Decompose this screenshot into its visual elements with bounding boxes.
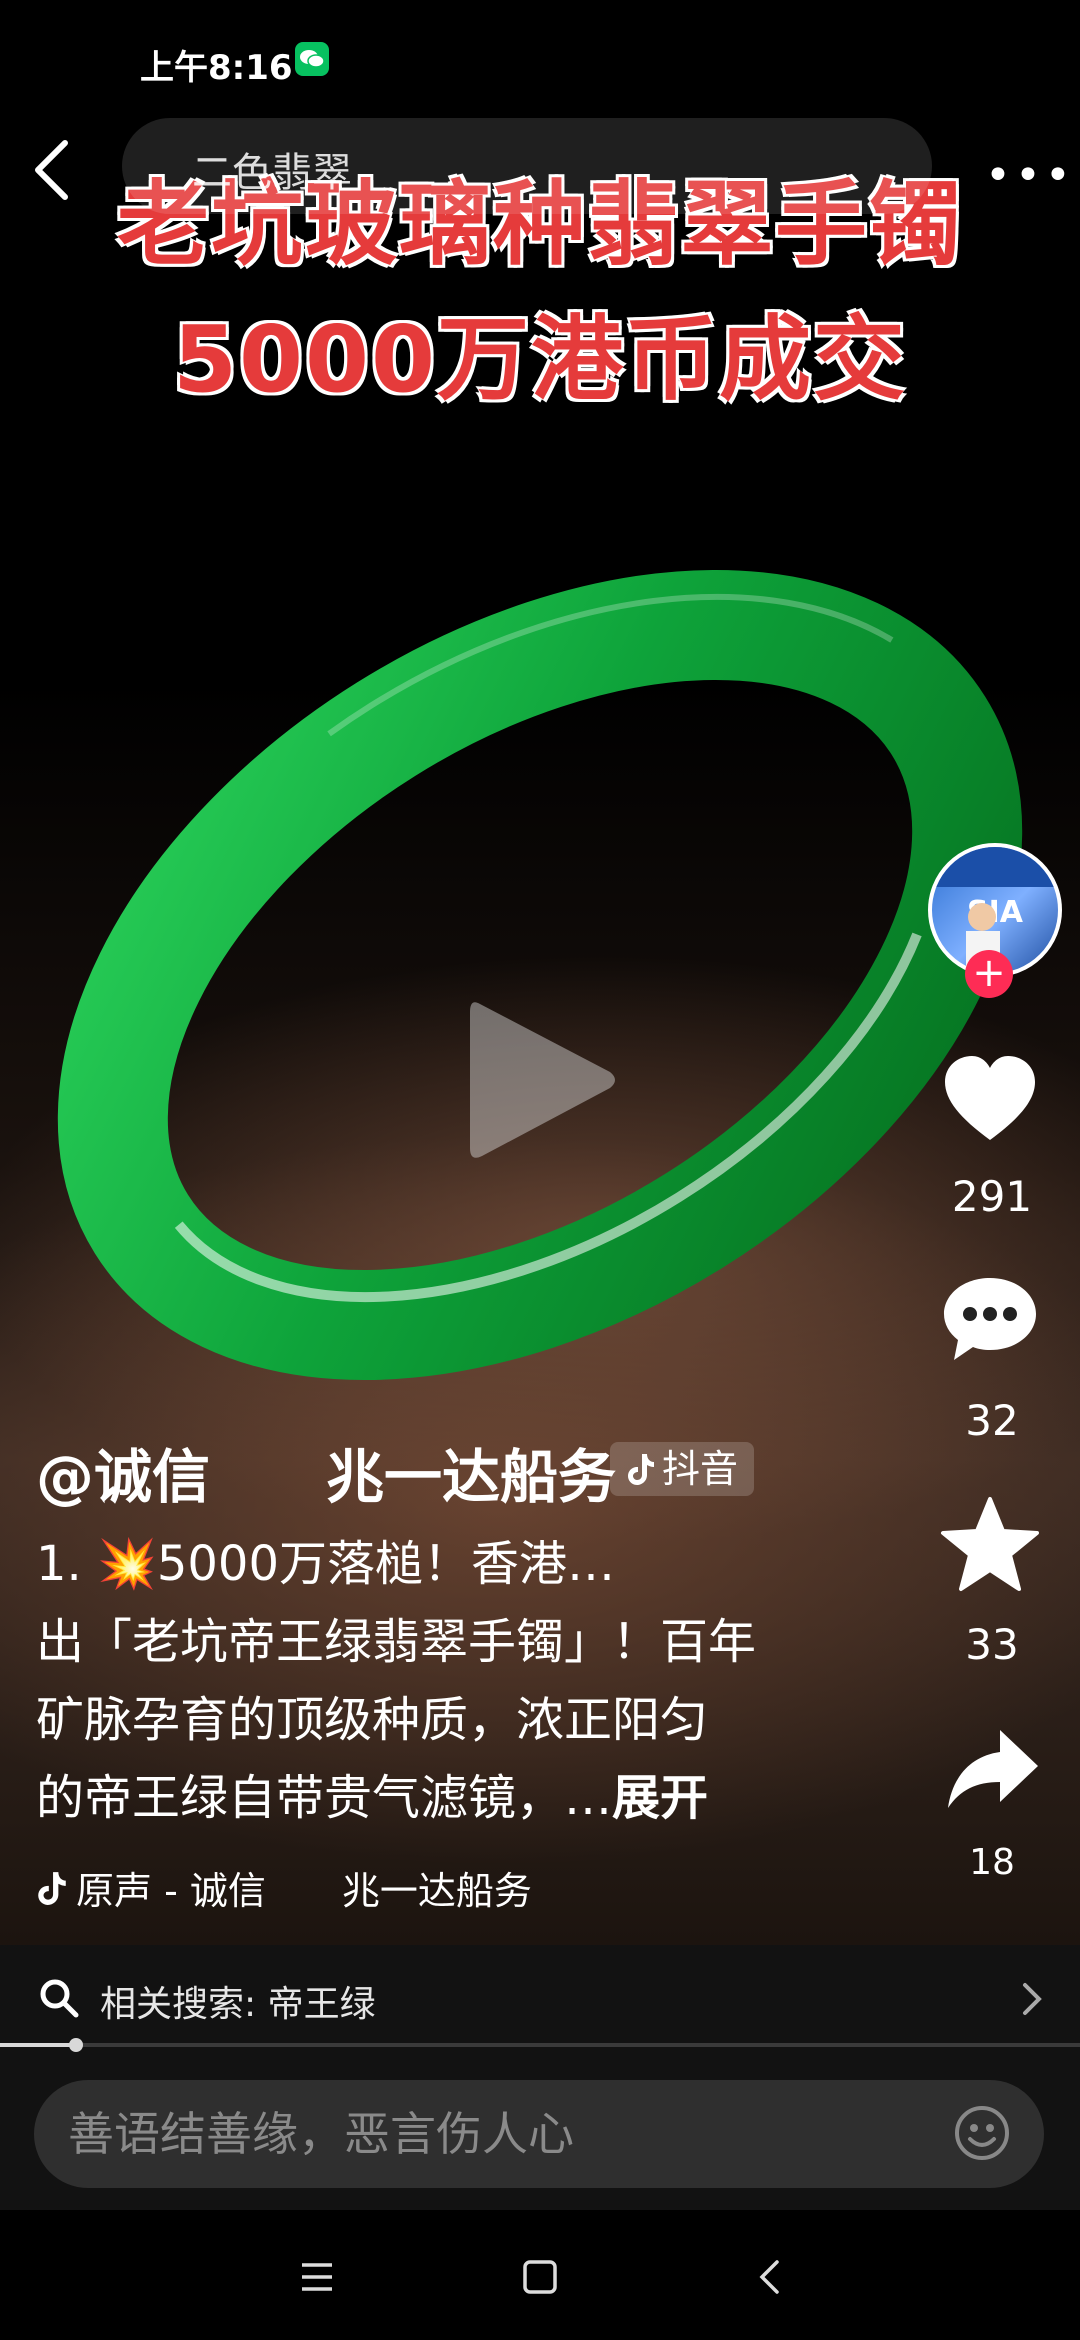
expand-link[interactable]: 展开	[612, 1770, 708, 1826]
share-arrow-icon[interactable]	[942, 1720, 1042, 1820]
play-icon[interactable]	[460, 990, 620, 1170]
follow-button[interactable]: +	[965, 950, 1013, 998]
description-line-3: 矿脉孕育的顶级种质，浓正阳匀	[36, 1692, 709, 1748]
related-search-label: 相关搜索: 帝王绿	[100, 1984, 376, 2025]
comment-input[interactable]	[34, 2080, 1044, 2188]
music-label: 原声 - 诚信 兆一达船务	[76, 1869, 532, 1913]
platform-tag-label: 抖音	[662, 1447, 739, 1491]
music-info[interactable]: 原声 - 诚信 兆一达船务	[36, 1860, 532, 1915]
more-dots-icon: •••	[985, 150, 1075, 201]
favorite-count: 33	[965, 1620, 1019, 1669]
search-icon	[40, 1979, 79, 2018]
platform-tag[interactable]: 抖音	[610, 1442, 755, 1496]
description-line-4-text: 的帝王绿自带贵气滤镜，…	[36, 1770, 613, 1826]
status-time: 上午8:16	[140, 48, 293, 88]
like-heart-icon[interactable]	[940, 1050, 1040, 1150]
system-nav-bar	[0, 2210, 1080, 2340]
menu-icon[interactable]	[300, 2262, 334, 2292]
share-count: 18	[969, 1842, 1015, 1883]
back-button[interactable]	[20, 135, 90, 205]
like-count: 291	[951, 1172, 1033, 1221]
jade-bangle-image	[57, 569, 1023, 1381]
search-bar[interactable]: 二色翡翠	[122, 118, 932, 214]
music-note-icon	[38, 1871, 66, 1905]
description-line-1: 1. 💥5000万落槌！香港…	[36, 1536, 615, 1592]
description-line-2: 出「老坑帝王绿翡翠手镯」！百年	[36, 1614, 757, 1670]
author-name[interactable]: @诚信 兆一达船务	[36, 1430, 616, 1514]
search-query: 二色翡翠	[192, 150, 352, 196]
back-nav-icon[interactable]	[757, 2260, 781, 2294]
home-icon[interactable]	[523, 2260, 557, 2294]
back-arrow-icon	[35, 140, 68, 200]
favorite-star-icon[interactable]	[940, 1495, 1040, 1595]
video-progress-fill	[0, 2043, 76, 2047]
comment-bubble-icon[interactable]	[940, 1270, 1040, 1370]
video-progress-handle[interactable]	[68, 2038, 83, 2052]
more-options-button[interactable]: •••	[985, 150, 1075, 201]
related-search-bar[interactable]: 相关搜索: 帝王绿	[0, 1945, 1080, 2055]
video-progress-track[interactable]	[0, 2043, 1080, 2047]
tiktok-logo-icon	[628, 1454, 654, 1485]
emoji-icon[interactable]	[952, 2103, 1012, 2163]
wechat-notification-icon	[295, 42, 329, 76]
chevron-right-icon	[1023, 1983, 1042, 2015]
comment-count: 32	[965, 1396, 1019, 1445]
description-line-4: 的帝王绿自带贵气滤镜，…展开	[36, 1759, 816, 1837]
video-title-line2: 5000万港币成交	[172, 306, 908, 413]
